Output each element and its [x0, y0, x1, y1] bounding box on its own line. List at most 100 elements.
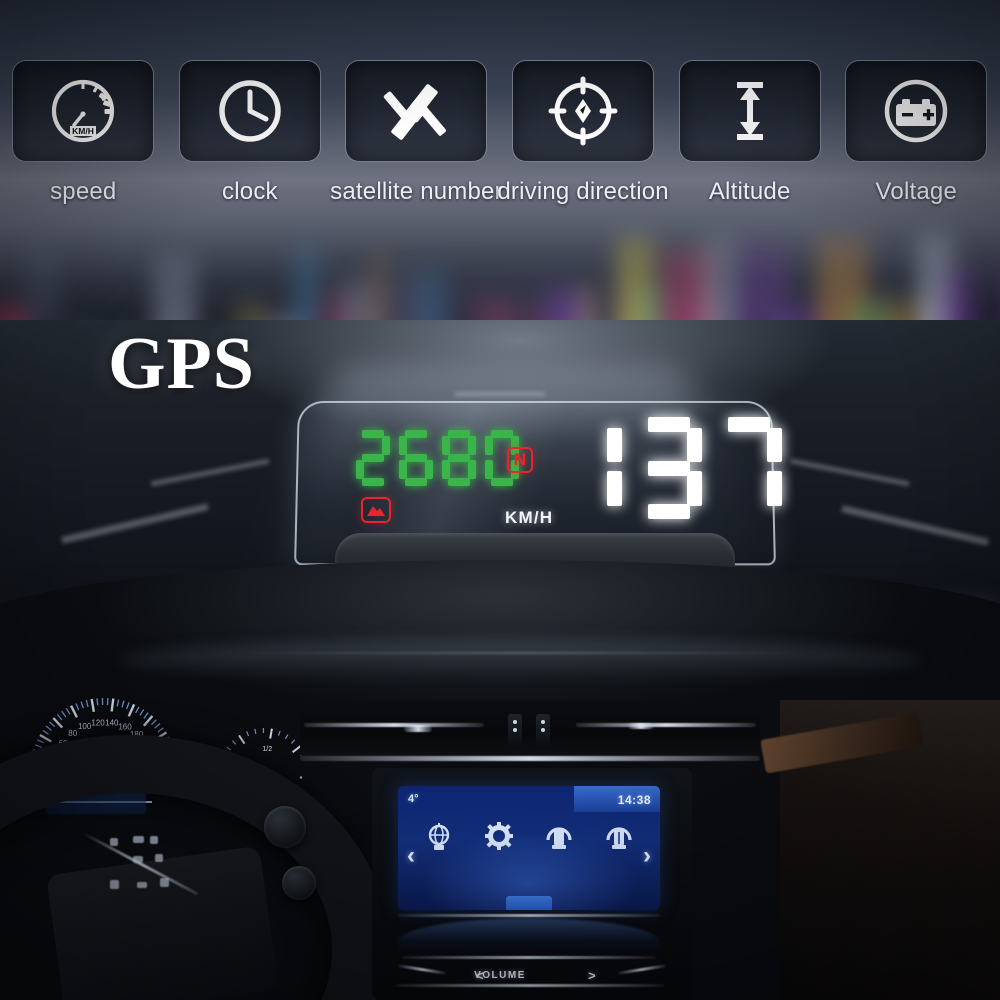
vent-handle[interactable]: [404, 725, 432, 732]
screen-app-row: [398, 820, 660, 854]
center-air-vents: [300, 700, 760, 758]
speedometer-tick-label: 100: [78, 722, 92, 731]
navigation-globe-icon[interactable]: [422, 820, 456, 854]
speedometer-tick: [39, 733, 52, 743]
speedometer-tick: [154, 723, 161, 729]
screen-next-button[interactable]: ›: [643, 844, 651, 868]
feature-speed: KM/H speed: [0, 60, 167, 225]
feature-voltage: Voltage: [833, 60, 1000, 225]
segment-c: [468, 459, 476, 479]
segment-a: [728, 417, 770, 432]
fuel-gauge-tick: [226, 746, 232, 751]
settings-gear-icon[interactable]: [482, 820, 516, 854]
segment-d: [728, 504, 770, 519]
steering-wheel-button[interactable]: [160, 878, 169, 887]
fuel-gauge-tick: [254, 728, 257, 734]
feature-label: Voltage: [875, 178, 957, 205]
vent-handle[interactable]: [628, 723, 654, 729]
screen-clock: 14:38: [617, 793, 651, 807]
steering-wheel-button[interactable]: [110, 880, 119, 889]
speedometer-tick: [80, 701, 84, 709]
drive-mode-knob[interactable]: [264, 806, 306, 848]
speedometer-unit-text: KM/H: [72, 126, 94, 136]
segment-d: [648, 504, 690, 519]
steering-wheel-button[interactable]: [150, 836, 158, 844]
screen-prev-button[interactable]: ‹: [407, 844, 415, 868]
steering-wheel-button[interactable]: [110, 838, 118, 846]
fuel-gauge-tick: [231, 740, 237, 745]
feature-driving-direction: driving direction: [497, 60, 669, 225]
speedometer-tick: [42, 729, 49, 735]
seven-segment-digit: [356, 430, 390, 486]
feature-label: satellite number: [330, 178, 503, 205]
steering-wheel-button[interactable]: [133, 836, 144, 843]
segment-d: [405, 478, 427, 486]
speedometer-tick: [126, 702, 130, 710]
infotainment-screen[interactable]: 4° 14:38 ‹ ›: [398, 786, 660, 910]
speedometer-tick: [75, 703, 80, 711]
speedometer-tick: [56, 714, 63, 721]
seven-segment-digit: [399, 430, 433, 486]
segment-g: [648, 460, 690, 476]
steering-wheel-button[interactable]: [133, 856, 143, 863]
segment-f: [636, 428, 651, 463]
fuel-gauge-tick: [290, 739, 296, 744]
steering-wheel-button[interactable]: [155, 854, 163, 862]
vent-dot: [513, 728, 517, 732]
feature-label: speed: [50, 178, 117, 205]
segment-b: [767, 427, 782, 462]
segment-f: [556, 428, 571, 463]
fuel-gauge-tick: [277, 730, 281, 736]
segment-d: [491, 478, 513, 486]
segment-b: [382, 435, 390, 455]
segment-c: [425, 459, 433, 479]
fuel-gauge-tick: [246, 731, 250, 737]
volume-up-button[interactable]: >: [588, 968, 596, 983]
feature-strip: KM/H speed clock satellite number drivin…: [0, 60, 1000, 225]
segment-a: [648, 417, 690, 432]
segment-a: [405, 430, 427, 438]
segment-f: [716, 428, 731, 463]
product-marketing-image: KM/H speed clock satellite number drivin…: [0, 0, 1000, 1000]
speedometer-tick: [49, 721, 56, 728]
screen-home-indicator[interactable]: [506, 896, 552, 910]
speedometer-tick: [45, 725, 52, 731]
speedometer-tick: [143, 712, 149, 719]
speedometer-tick: [90, 698, 96, 713]
fuel-gauge-tick: [238, 734, 246, 745]
gps-wordmark: GPS: [108, 323, 255, 405]
seat-climate-icon[interactable]: [602, 820, 636, 854]
feature-satellite-number: satellite number: [330, 60, 503, 225]
feature-label: clock: [222, 178, 278, 205]
segment-e: [442, 459, 450, 479]
segment-c: [382, 460, 390, 479]
steering-wheel-button[interactable]: [137, 882, 147, 888]
fuel-gauge-tick: [299, 776, 310, 780]
secondary-knob[interactable]: [282, 866, 316, 900]
console-chrome-trim: [396, 984, 664, 987]
speedometer-tick: [116, 699, 120, 707]
feature-icon-box: [345, 60, 488, 162]
speedometer-tick: [150, 719, 157, 726]
segment-b: [468, 435, 476, 455]
volume-label: VOLUME: [474, 970, 526, 981]
segment-e: [356, 459, 364, 479]
seven-segment-digit: [636, 417, 702, 519]
segment-f: [356, 436, 364, 455]
segment-f: [399, 435, 407, 455]
segment-e: [399, 459, 407, 479]
speedometer-tick: [157, 727, 164, 733]
vent-chrome-trim: [304, 723, 484, 727]
speedometer-tick: [65, 707, 71, 715]
segment-d: [362, 478, 384, 486]
seat-heater-icon[interactable]: [542, 820, 576, 854]
hud-direction-badge: N: [507, 447, 533, 473]
seven-segment-digit: [716, 417, 782, 519]
segment-g: [728, 461, 770, 476]
dashboard-seam: [240, 652, 800, 654]
fuel-gauge-tick: [269, 728, 273, 739]
feature-icon-box: [678, 60, 821, 162]
segment-b: [425, 436, 433, 455]
console-gloss-panel: [398, 918, 660, 958]
console-chrome-trim: [398, 914, 660, 917]
